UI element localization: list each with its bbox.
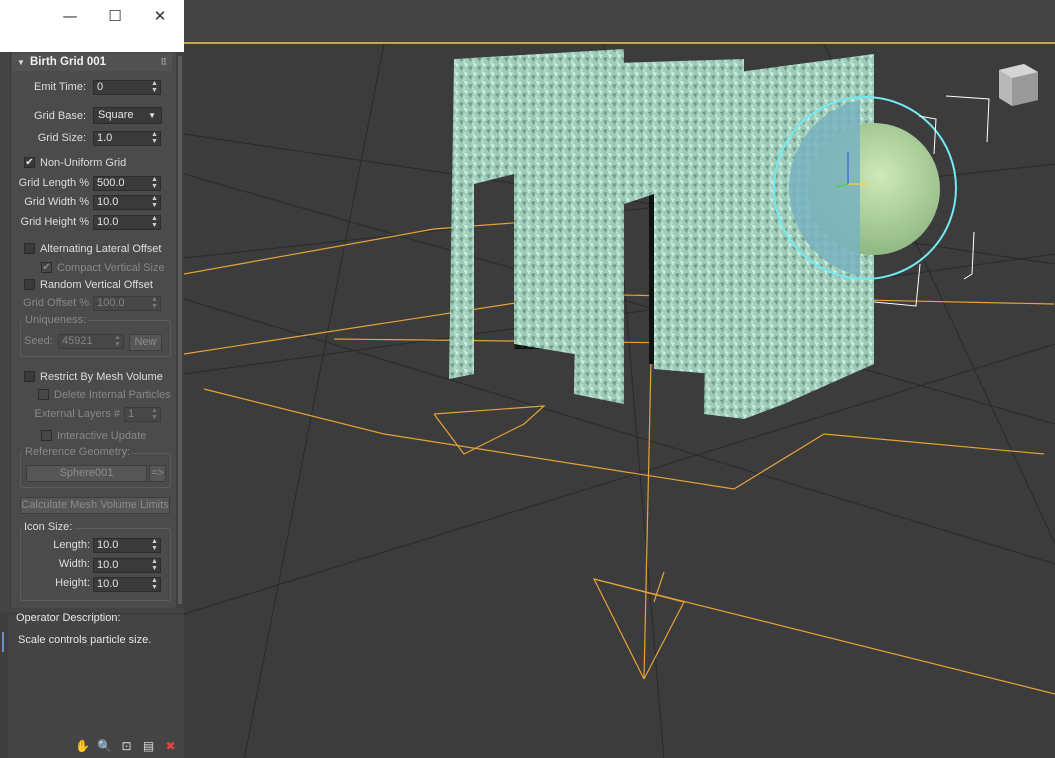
spinner-arrows-icon[interactable]: ▲ ▼ [151,539,158,552]
grid-offset-label: Grid Offset % [23,297,89,309]
non-uniform-grid-checkbox[interactable]: ✔ [24,157,35,168]
reference-geometry-title: Reference Geometry: [23,446,133,458]
grid-length-spinner[interactable]: 500.0 ▲ ▼ [93,176,161,191]
grid-base-value: Square [98,109,134,121]
icon-length-spinner[interactable]: 10.0 ▲ ▼ [93,538,161,553]
reference-geometry-pick-button[interactable]: Sphere001 [26,465,147,482]
spinner-arrows-icon[interactable]: ▲ ▼ [114,335,121,348]
delete-icon[interactable]: ✖ [162,738,179,754]
description-side-marker [2,632,4,652]
compact-vertical-size-label: Compact Vertical Size [57,262,165,274]
collapse-triangle-icon[interactable]: ▼ [17,54,25,71]
operator-description-title: Operator Description: [16,612,121,624]
uniqueness-title: Uniqueness: [23,314,89,326]
icon-width-value: 10.0 [97,559,119,571]
interactive-update-checkbox[interactable] [41,430,52,441]
reference-geometry-arrow-button[interactable]: => [149,465,166,482]
particle-view-toolbar: ✋ 🔍 ⊡ ▤ ✖ [74,738,179,754]
grid-base-label: Grid Base: [34,110,86,122]
grid-size-spinner[interactable]: 1.0 ▲ ▼ [93,131,161,146]
rollout-scrollbar-thumb[interactable] [178,56,182,604]
perspective-viewport[interactable] [184,42,1055,758]
spinner-arrows-icon[interactable]: ▲ ▼ [151,177,158,190]
grid-offset-value: 100.0 [97,297,125,309]
spinner-arrows-icon[interactable]: ▲ ▼ [151,578,158,591]
restrict-by-mesh-volume-checkbox[interactable] [24,371,35,382]
window-titlebar: — ☐ ✕ [0,0,184,52]
grid-length-label: Grid Length % [18,177,89,189]
grid-width-value: 10.0 [97,196,119,208]
minimize-button[interactable]: — [56,6,84,26]
emit-time-spinner[interactable]: 0 ▲ ▼ [93,80,161,95]
delete-internal-particles-checkbox[interactable] [38,389,49,400]
emit-time-label: Emit Time: [34,81,86,93]
close-button[interactable]: ✕ [146,6,174,26]
grid-size-label: Grid Size: [37,132,86,144]
icon-width-label: Width: [58,558,90,570]
icon-length-label: Length: [53,539,90,551]
rollout-header[interactable]: ▼ Birth Grid 001 ⠿ [12,54,172,71]
random-vertical-offset-checkbox[interactable] [24,279,35,290]
spinner-arrows-icon[interactable]: ▲ ▼ [151,132,158,145]
new-seed-button[interactable]: New [129,334,162,351]
pan-icon[interactable]: ✋ [74,738,91,754]
spinner-arrows-icon[interactable]: ▲ ▼ [151,408,158,421]
operator-description-box [10,613,184,731]
grid-size-value: 1.0 [97,132,113,144]
viewcube[interactable] [999,64,1038,106]
spinner-arrows-icon[interactable]: ▲ ▼ [151,297,158,310]
grid-base-dropdown[interactable]: Square ▼ [93,107,162,124]
external-layers-spinner[interactable]: 1 ▲ ▼ [124,407,161,422]
calculate-mesh-volume-limits-button[interactable]: Calculate Mesh Volume Limits [20,497,170,514]
grid-width-spinner[interactable]: 10.0 ▲ ▼ [93,195,161,210]
drag-grip-icon[interactable]: ⠿ [160,54,167,71]
icon-height-spinner[interactable]: 10.0 ▲ ▼ [93,577,161,592]
icon-height-value: 10.0 [97,578,119,590]
interactive-update-label: Interactive Update [57,430,147,442]
grid-height-value: 10.0 [97,216,119,228]
chevron-down-icon: ▼ [148,111,156,120]
grid-height-spinner[interactable]: 10.0 ▲ ▼ [93,215,161,230]
grid-height-label: Grid Height % [20,216,89,228]
seed-label: Seed: [24,335,53,347]
alternating-lateral-offset-checkbox[interactable] [24,243,35,254]
random-vertical-offset-label: Random Vertical Offset [40,279,153,291]
grid-offset-spinner[interactable]: 100.0 ▲ ▼ [93,296,161,311]
zoom-icon[interactable]: 🔍 [96,738,113,754]
restrict-by-mesh-volume-label: Restrict By Mesh Volume [40,371,163,383]
delete-internal-particles-label: Delete Internal Particles [54,389,171,401]
emit-time-value: 0 [97,81,104,93]
external-layers-label: External Layers # [34,408,120,420]
icon-height-label: Height: [55,577,90,589]
external-layers-value: 1 [128,408,135,420]
grid-length-value: 500.0 [97,177,125,189]
viewport-toolbar-strip [184,0,1055,42]
display-icon[interactable]: ▤ [140,738,157,754]
maximize-button[interactable]: ☐ [101,6,129,26]
zoom-region-icon[interactable]: ⊡ [118,738,135,754]
alternating-lateral-offset-label: Alternating Lateral Offset [40,243,162,255]
rollout-title: Birth Grid 001 [30,56,107,68]
spinner-arrows-icon[interactable]: ▲ ▼ [151,559,158,572]
icon-size-title: Icon Size: [22,521,75,533]
non-uniform-grid-label: Non-Uniform Grid [40,157,127,169]
spinner-arrows-icon[interactable]: ▲ ▼ [151,216,158,229]
seed-value: 45921 [62,335,93,347]
grid-width-label: Grid Width % [24,196,89,208]
icon-length-value: 10.0 [97,539,119,551]
operator-description-text: Scale controls particle size. [18,634,152,646]
compact-vertical-size-checkbox[interactable]: ✔ [41,262,52,273]
seed-spinner[interactable]: 45921 ▲ ▼ [58,334,124,349]
spinner-arrows-icon[interactable]: ▲ ▼ [151,196,158,209]
icon-width-spinner[interactable]: 10.0 ▲ ▼ [93,558,161,573]
spinner-arrows-icon[interactable]: ▲ ▼ [151,81,158,94]
viewport-scene [184,44,1055,758]
